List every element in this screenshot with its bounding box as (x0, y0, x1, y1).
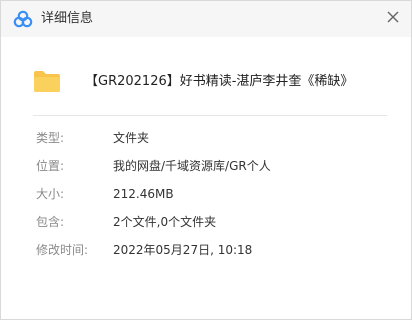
close-icon[interactable] (383, 7, 403, 27)
detail-label: 修改时间: (36, 243, 89, 257)
detail-label: 位置: (36, 159, 65, 173)
detail-label: 大小: (36, 187, 65, 201)
title-bar: 详细信息 (1, 1, 411, 37)
window-title: 详细信息 (41, 11, 94, 26)
details-dialog: 详细信息 【GR202126】好书精读-湛庐李井奎《稀缺》 类型: 文件夹 位置… (0, 0, 412, 320)
file-header: 【GR202126】好书精读-湛庐李井奎《稀缺》 (23, 65, 401, 101)
detail-row-location: 位置: 我的网盘/千域资源库/GR个人 (1, 155, 411, 177)
detail-label: 包含: (36, 215, 65, 229)
detail-row-type: 类型: 文件夹 (1, 127, 411, 149)
detail-label: 类型: (36, 131, 65, 145)
detail-value: 2个文件,0个文件夹 (113, 215, 217, 229)
detail-value: 212.46MB (113, 187, 174, 201)
divider (33, 115, 387, 116)
folder-icon (33, 69, 61, 93)
detail-row-size: 大小: 212.46MB (1, 183, 411, 205)
detail-value: 文件夹 (113, 131, 150, 145)
file-name: 【GR202126】好书精读-湛庐李井奎《稀缺》 (85, 74, 354, 89)
detail-value: 我的网盘/千域资源库/GR个人 (113, 159, 271, 173)
app-logo-icon (13, 10, 33, 28)
detail-row-contains: 包含: 2个文件,0个文件夹 (1, 211, 411, 233)
detail-value: 2022年05月27日, 10:18 (113, 243, 253, 257)
detail-row-modified: 修改时间: 2022年05月27日, 10:18 (1, 239, 411, 261)
